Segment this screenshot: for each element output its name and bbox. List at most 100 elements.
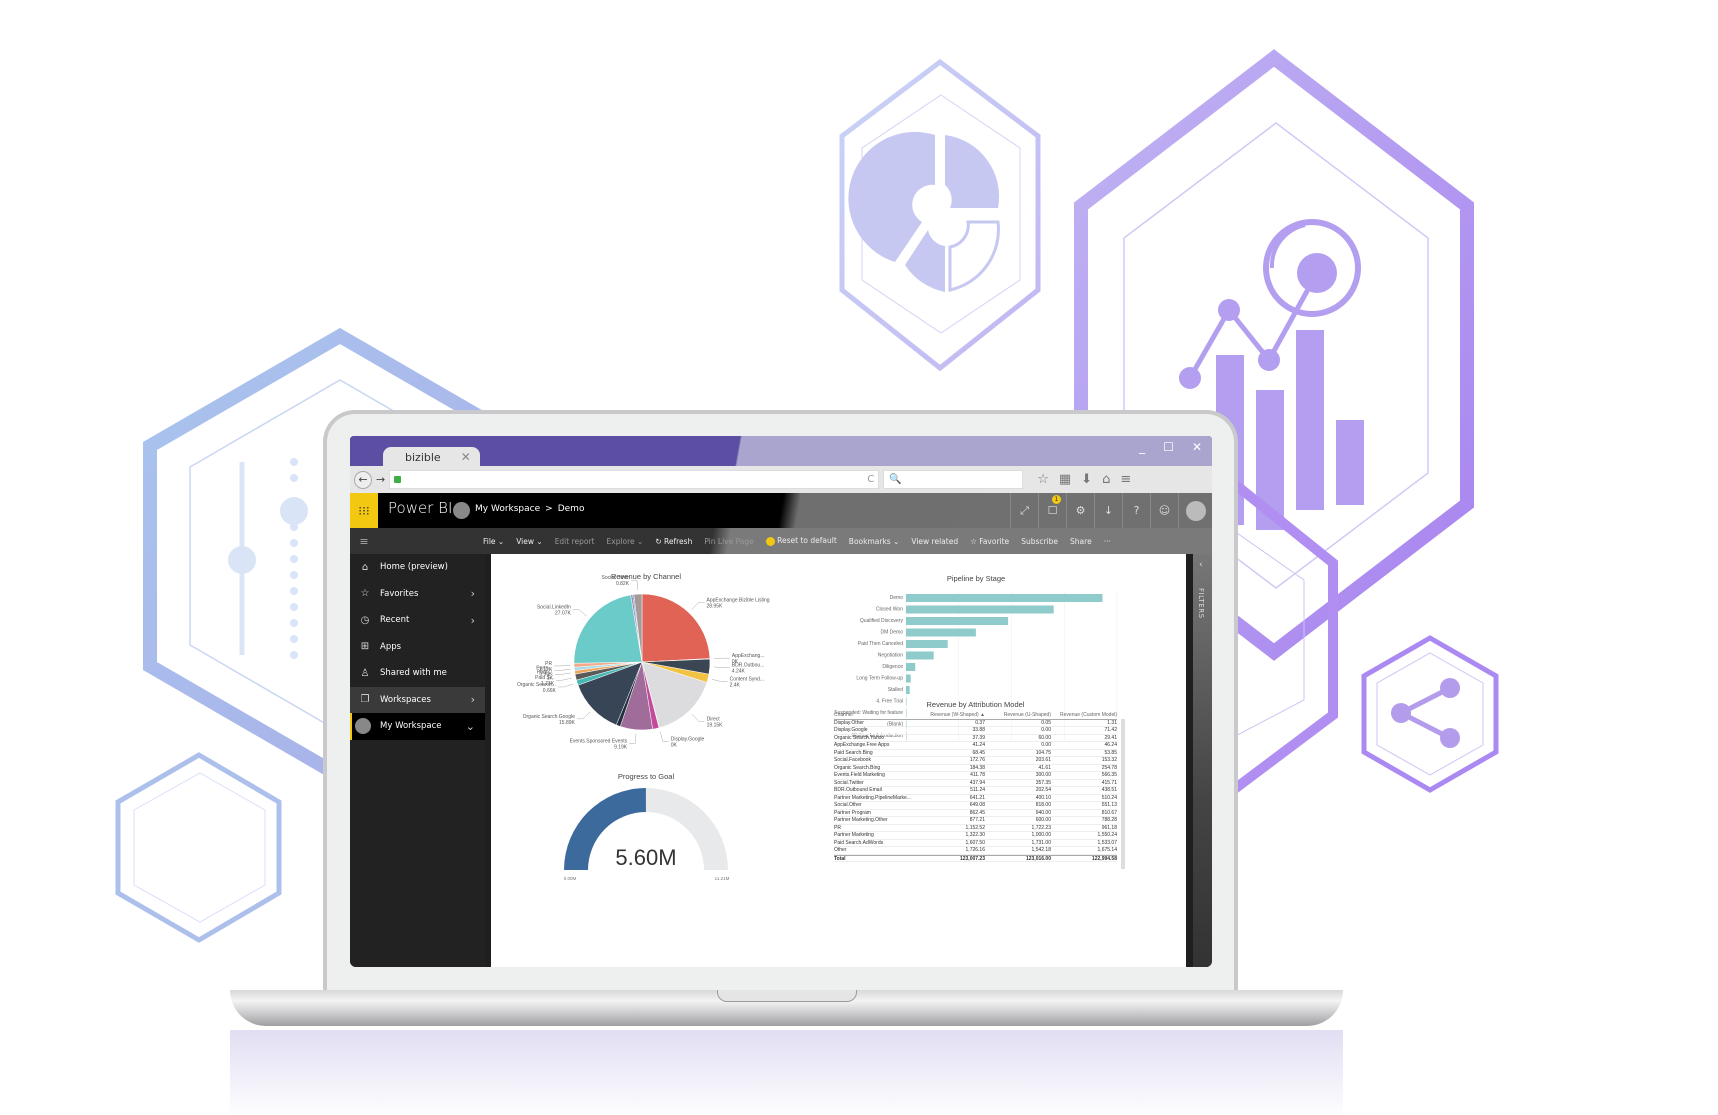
browser-tab[interactable]: bizible ✕ <box>383 447 480 467</box>
edit-report-button[interactable]: Edit report <box>555 537 595 546</box>
sidebar-item-label: Shared with me <box>380 668 447 679</box>
gauge-value: 5.60M <box>615 845 676 870</box>
gauge-chart[interactable]: 5.60M 0.00M 11.21M <box>551 782 741 892</box>
library-icon[interactable]: ▦ <box>1059 472 1071 487</box>
sidebar-item-my-workspace[interactable]: My Workspace ⌄ <box>350 713 485 740</box>
y-category-label: Paid Then Canceled <box>858 641 903 647</box>
close-icon[interactable]: ✕ <box>1192 440 1202 454</box>
filters-pane[interactable]: ‹ FILTERS <box>1193 554 1212 967</box>
download-icon[interactable]: ↓ <box>1094 493 1122 528</box>
table-cell: Social.Facebook <box>834 757 871 763</box>
table-cell: Social.Other <box>834 802 862 808</box>
fullscreen-icon[interactable]: ⤢ <box>1010 493 1038 528</box>
view-related-button[interactable]: View related <box>911 537 958 546</box>
star-icon[interactable]: ☆ <box>1037 472 1049 487</box>
pie-leader-line <box>691 713 705 722</box>
table-cell: 551.13 <box>1101 802 1117 808</box>
bookmarks-menu[interactable]: Bookmarks ⌄ <box>849 537 900 546</box>
pie-leader-line <box>554 669 571 671</box>
table-cell: 600.00 <box>1035 817 1051 823</box>
forward-icon[interactable]: → <box>376 473 385 486</box>
table-cell: 649.08 <box>969 802 985 808</box>
pie-data-value: 0.66K <box>543 688 557 694</box>
sidebar-item-apps[interactable]: ⊞ Apps <box>350 634 485 661</box>
gauge-min-label: 0.00M <box>564 876 577 881</box>
pie-leader-line <box>554 672 571 675</box>
pie-chart[interactable]: AppExchange.Bizible Listing28.95KAppExch… <box>491 554 831 754</box>
pie-data-value: 1.12K <box>539 667 553 673</box>
home-icon[interactable]: ⌂ <box>1102 472 1110 487</box>
table-scrollbar[interactable] <box>1121 719 1125 869</box>
pie-leader-line <box>631 579 638 591</box>
sidebar-item-home[interactable]: ⌂ Home (preview) <box>350 554 485 581</box>
gauge-max-label: 11.21M <box>715 876 730 881</box>
reset-to-default-button[interactable]: Reset to default <box>765 536 837 546</box>
url-bar[interactable]: C <box>389 470 880 489</box>
workspace-avatar <box>453 502 470 519</box>
sidebar-item-shared[interactable]: ♙ Shared with me <box>350 660 485 687</box>
more-options-icon[interactable]: ··· <box>1104 537 1111 546</box>
app-launcher-icon[interactable]: ⁝⁝⁝ <box>350 493 378 528</box>
pie-leader-line <box>572 609 587 617</box>
view-menu[interactable]: View ⌄ <box>516 537 542 546</box>
sidebar-item-workspaces[interactable]: ❐ Workspaces › <box>350 686 485 713</box>
share-button[interactable]: Share <box>1070 537 1092 546</box>
sidebar-item-favorites[interactable]: ☆ Favorites › <box>350 581 485 608</box>
favorite-button[interactable]: ☆ Favorite <box>970 537 1009 546</box>
table-cell: 0.37 <box>975 719 985 726</box>
table-cell: 53.85 <box>1104 749 1117 756</box>
explore-menu[interactable]: Explore ⌄ <box>607 537 644 546</box>
maximize-icon[interactable]: ☐ <box>1163 440 1174 454</box>
powerbi-header: ⁝⁝⁝ Power BI My Workspace > Demo ⤢ ☐ 1 ⚙ … <box>350 493 1212 528</box>
attribution-table[interactable]: Channel Revenue (W-Shaped) ▲ Revenue (U-Sh… <box>834 712 1117 862</box>
chevron-right-icon[interactable]: › <box>471 587 475 600</box>
chevron-right-icon[interactable]: › <box>471 693 475 706</box>
minimize-icon[interactable]: _ <box>1139 440 1145 454</box>
table-row: Partner Program 862.45 940.00 810.67 <box>834 809 1117 817</box>
table-cell: 203.61 <box>1035 757 1051 763</box>
chevron-right-icon[interactable]: › <box>471 614 475 627</box>
filters-label: FILTERS <box>1197 588 1205 619</box>
reload-icon[interactable]: C <box>867 474 874 485</box>
chevron-down-icon[interactable]: ⌄ <box>466 720 475 733</box>
table-header-row[interactable]: Channel Revenue (W-Shaped) ▲ Revenue (U-Sh… <box>834 712 1117 720</box>
feedback-icon[interactable]: ☺ <box>1150 493 1178 528</box>
clock-icon: ◷ <box>360 614 370 626</box>
reset-label: Reset to default <box>777 536 837 546</box>
sidebar-item-recent[interactable]: ◷ Recent › <box>350 607 485 634</box>
table-cell: PR <box>834 824 841 831</box>
report-canvas: Revenue by Channel AppExchange.Bizible L… <box>491 554 1186 967</box>
y-category-label: Demo <box>890 595 904 601</box>
table-cell: Organic Search.Bing <box>834 764 881 771</box>
tab-close-icon[interactable]: ✕ <box>461 450 471 464</box>
file-menu[interactable]: File ⌄ <box>483 537 504 546</box>
pie-leader-line <box>691 602 705 610</box>
reset-icon <box>765 536 775 546</box>
subscribe-button[interactable]: Subscribe <box>1021 537 1058 546</box>
menu-icon[interactable]: ≡ <box>1120 472 1131 487</box>
chevron-left-icon[interactable]: ‹ <box>1199 560 1203 570</box>
table-cell: 510.24 <box>1101 794 1117 801</box>
tab-title: bizible <box>405 450 441 464</box>
breadcrumb-workspace[interactable]: My Workspace <box>475 504 540 514</box>
sidebar-item-label: Apps <box>380 641 402 652</box>
hamburger-icon[interactable]: ≡ <box>350 535 378 548</box>
user-menu[interactable] <box>1178 493 1212 528</box>
table-cell: 1,675.14 <box>1097 847 1117 853</box>
refresh-button[interactable]: ↻ Refresh <box>655 537 692 546</box>
search-input[interactable]: 🔍 <box>883 470 1024 489</box>
pin-live-page-button[interactable]: Pin Live Page <box>704 537 753 546</box>
pie-data-value: 15.89K <box>559 720 576 726</box>
table-cell: 810.67 <box>1101 809 1117 816</box>
notifications-icon[interactable]: ☐ 1 <box>1038 493 1066 528</box>
back-icon[interactable]: ← <box>354 470 372 489</box>
table-row: PR 1,152.52 1,722.23 961.18 <box>834 824 1117 832</box>
help-icon[interactable]: ? <box>1122 493 1150 528</box>
workspace-avatar <box>355 718 371 735</box>
table-row: Partner Marketing.PipelineMarke... 641.21… <box>834 794 1117 802</box>
settings-icon[interactable]: ⚙ <box>1066 493 1094 528</box>
breadcrumb-report[interactable]: Demo <box>558 504 585 514</box>
table-cell: 511.24 <box>970 787 985 793</box>
y-category-label: Diligence <box>882 664 903 670</box>
download-icon[interactable]: ⬇ <box>1081 472 1092 487</box>
